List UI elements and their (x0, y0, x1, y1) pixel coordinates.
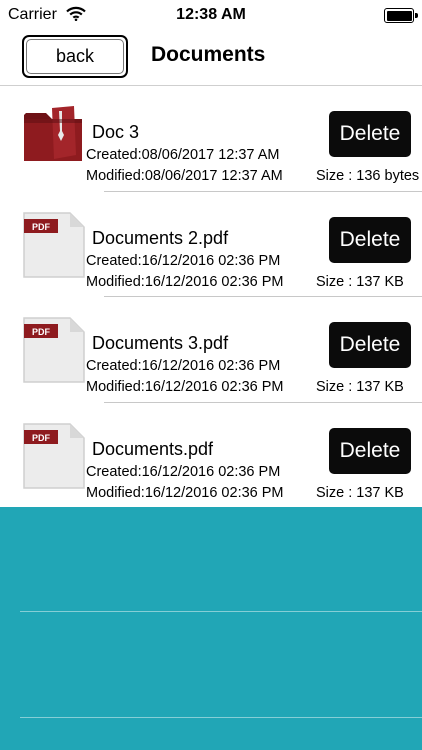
document-name: Documents.pdf (92, 438, 214, 459)
battery-icon (384, 8, 418, 23)
document-modified-date: Modified:16/12/2016 02:36 PM (86, 484, 284, 501)
delete-button[interactable]: Delete (329, 111, 411, 157)
document-row[interactable]: Doc 3 Created:08/06/2017 12:37 AM Modifi… (0, 86, 422, 192)
status-bar: Carrier 12:38 AM (0, 0, 422, 30)
document-size: Size : 136 bytes (316, 168, 420, 184)
document-row[interactable]: PDF Documents.pdf Created:16/12/2016 02:… (0, 403, 422, 509)
pdf-badge-label: PDF (32, 327, 51, 337)
document-modified-date: Modified:16/12/2016 02:36 PM (86, 273, 284, 290)
back-button-label: back (55, 46, 95, 66)
panel-divider (20, 717, 422, 718)
bottom-panel (0, 507, 422, 750)
document-created-date: Created:16/12/2016 02:36 PM (86, 463, 281, 480)
pdf-file-icon: PDF (22, 316, 86, 383)
pdf-file-icon: PDF (22, 211, 86, 278)
document-modified-date: Modified:16/12/2016 02:36 PM (86, 379, 284, 395)
delete-button[interactable]: Delete (329, 216, 411, 263)
delete-button[interactable]: Delete (329, 427, 411, 474)
document-name: Doc 3 (92, 122, 140, 142)
document-list: Doc 3 Created:08/06/2017 12:37 AM Modifi… (0, 86, 422, 508)
document-size: Size : 137 KB (316, 273, 404, 290)
delete-button[interactable]: Delete (329, 322, 411, 368)
document-created-date: Created:16/12/2016 02:36 PM (86, 252, 281, 269)
pdf-file-icon: PDF (22, 422, 86, 489)
document-row[interactable]: PDF Documents 2.pdf Created:16/12/2016 0… (0, 192, 422, 297)
folder-icon (22, 105, 86, 163)
document-name: Documents 2.pdf (92, 227, 229, 248)
document-modified-date: Modified:08/06/2017 12:37 AM (86, 168, 283, 184)
navigation-bar: back Documents (0, 30, 422, 86)
document-created-date: Created:16/12/2016 02:36 PM (86, 358, 281, 374)
document-created-date: Created:08/06/2017 12:37 AM (86, 147, 280, 163)
document-row[interactable]: PDF Documents 3.pdf Created:16/12/2016 0… (0, 297, 422, 403)
page-title: Documents (151, 43, 266, 66)
status-time: 12:38 AM (176, 6, 246, 23)
document-name: Documents 3.pdf (92, 333, 229, 353)
document-size: Size : 137 KB (316, 484, 404, 501)
document-size: Size : 137 KB (316, 379, 404, 395)
pdf-badge-label: PDF (32, 433, 51, 443)
pdf-badge-label: PDF (32, 222, 51, 232)
panel-divider (20, 611, 422, 612)
back-button[interactable]: back (22, 35, 128, 78)
